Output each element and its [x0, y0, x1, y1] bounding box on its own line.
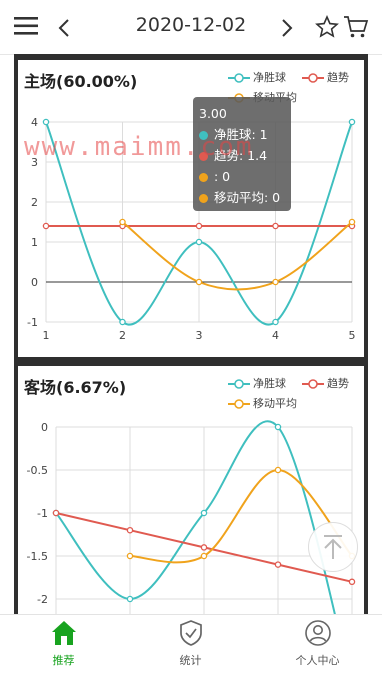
home-line-chart[interactable]: -1 0 1 2 3 4 1 2 3 4 5: [18, 60, 364, 357]
user-icon: [304, 620, 331, 646]
blank-series-dot-icon: [199, 173, 208, 182]
y-tick-label: -0.5: [27, 464, 48, 477]
net-wins-dot-icon: [199, 131, 208, 140]
trend-point: [272, 222, 279, 230]
home-chart-panel: 主场(60.00%) 净胜球 趋势 移动平均 -10123412345 3.00…: [18, 60, 364, 357]
moving-average-point: [126, 552, 134, 560]
chart-tooltip: 3.00 净胜球: 1 趋势: 1.4 : 0 移动平均: 0: [193, 97, 291, 211]
x-tick-label: 2: [119, 329, 126, 342]
nav-item-recommend[interactable]: 推荐: [0, 615, 127, 673]
moving-average-point: [195, 278, 203, 286]
trend-point: [195, 222, 203, 230]
net-wins-point: [272, 318, 279, 326]
x-tick-label: 1: [43, 329, 50, 342]
top-bar: 2020-12-02: [0, 0, 382, 55]
trend-dot-icon: [199, 152, 208, 161]
moving-average-point: [272, 278, 279, 286]
chevron-right-icon[interactable]: [281, 18, 293, 38]
moving-average-dot-icon: [199, 194, 208, 203]
trend-point: [52, 509, 60, 517]
net-wins-point: [200, 509, 208, 517]
home-icon: [51, 621, 76, 645]
y-tick-label: -1.5: [27, 550, 48, 563]
trend-point: [348, 578, 356, 586]
y-tick-label: -1: [27, 316, 38, 329]
nav-item-profile[interactable]: 个人中心: [254, 615, 381, 673]
moving-average-point: [348, 218, 356, 226]
trend-point: [42, 222, 50, 230]
net-wins-point: [348, 118, 356, 126]
star-icon[interactable]: [315, 15, 339, 39]
moving-average-point: [274, 466, 282, 474]
x-tick-label: 3: [196, 329, 203, 342]
moving-average-point: [200, 552, 208, 560]
y-tick-label: 3: [31, 156, 38, 169]
y-tick-label: 0: [31, 276, 38, 289]
y-tick-label: 4: [31, 116, 38, 129]
net-wins-point: [119, 318, 126, 326]
trend-point: [126, 526, 134, 534]
x-tick-label: 4: [272, 329, 279, 342]
y-tick-label: 2: [31, 196, 38, 209]
net-wins-point: [42, 118, 50, 126]
nav-item-statistics[interactable]: 统计: [127, 615, 254, 673]
y-tick-label: -2: [37, 593, 48, 606]
x-tick-label: 5: [349, 329, 356, 342]
arrow-up-icon: [324, 535, 342, 559]
cart-icon[interactable]: [343, 14, 369, 40]
y-tick-label: -1: [37, 507, 48, 520]
y-tick-label: 1: [31, 236, 38, 249]
net-wins-point: [274, 423, 282, 431]
net-wins-point: [126, 595, 134, 603]
moving-average-point: [119, 218, 126, 226]
y-tick-label: 0: [41, 421, 48, 434]
trend-point: [274, 561, 282, 568]
shield-check-icon: [179, 620, 202, 646]
back-to-top-button[interactable]: [308, 522, 358, 572]
net-wins-point: [195, 238, 203, 246]
trend-point: [200, 544, 208, 551]
away-line-chart[interactable]: 0-0.5-1-1.5-2-2.5: [18, 366, 364, 614]
away-chart-panel: 客场(6.67%) 净胜球 趋势 移动平均 0-0.5-1-1.5-2-2.5: [18, 366, 364, 614]
bottom-navigation: 推荐 统计 个人中心: [0, 614, 382, 673]
